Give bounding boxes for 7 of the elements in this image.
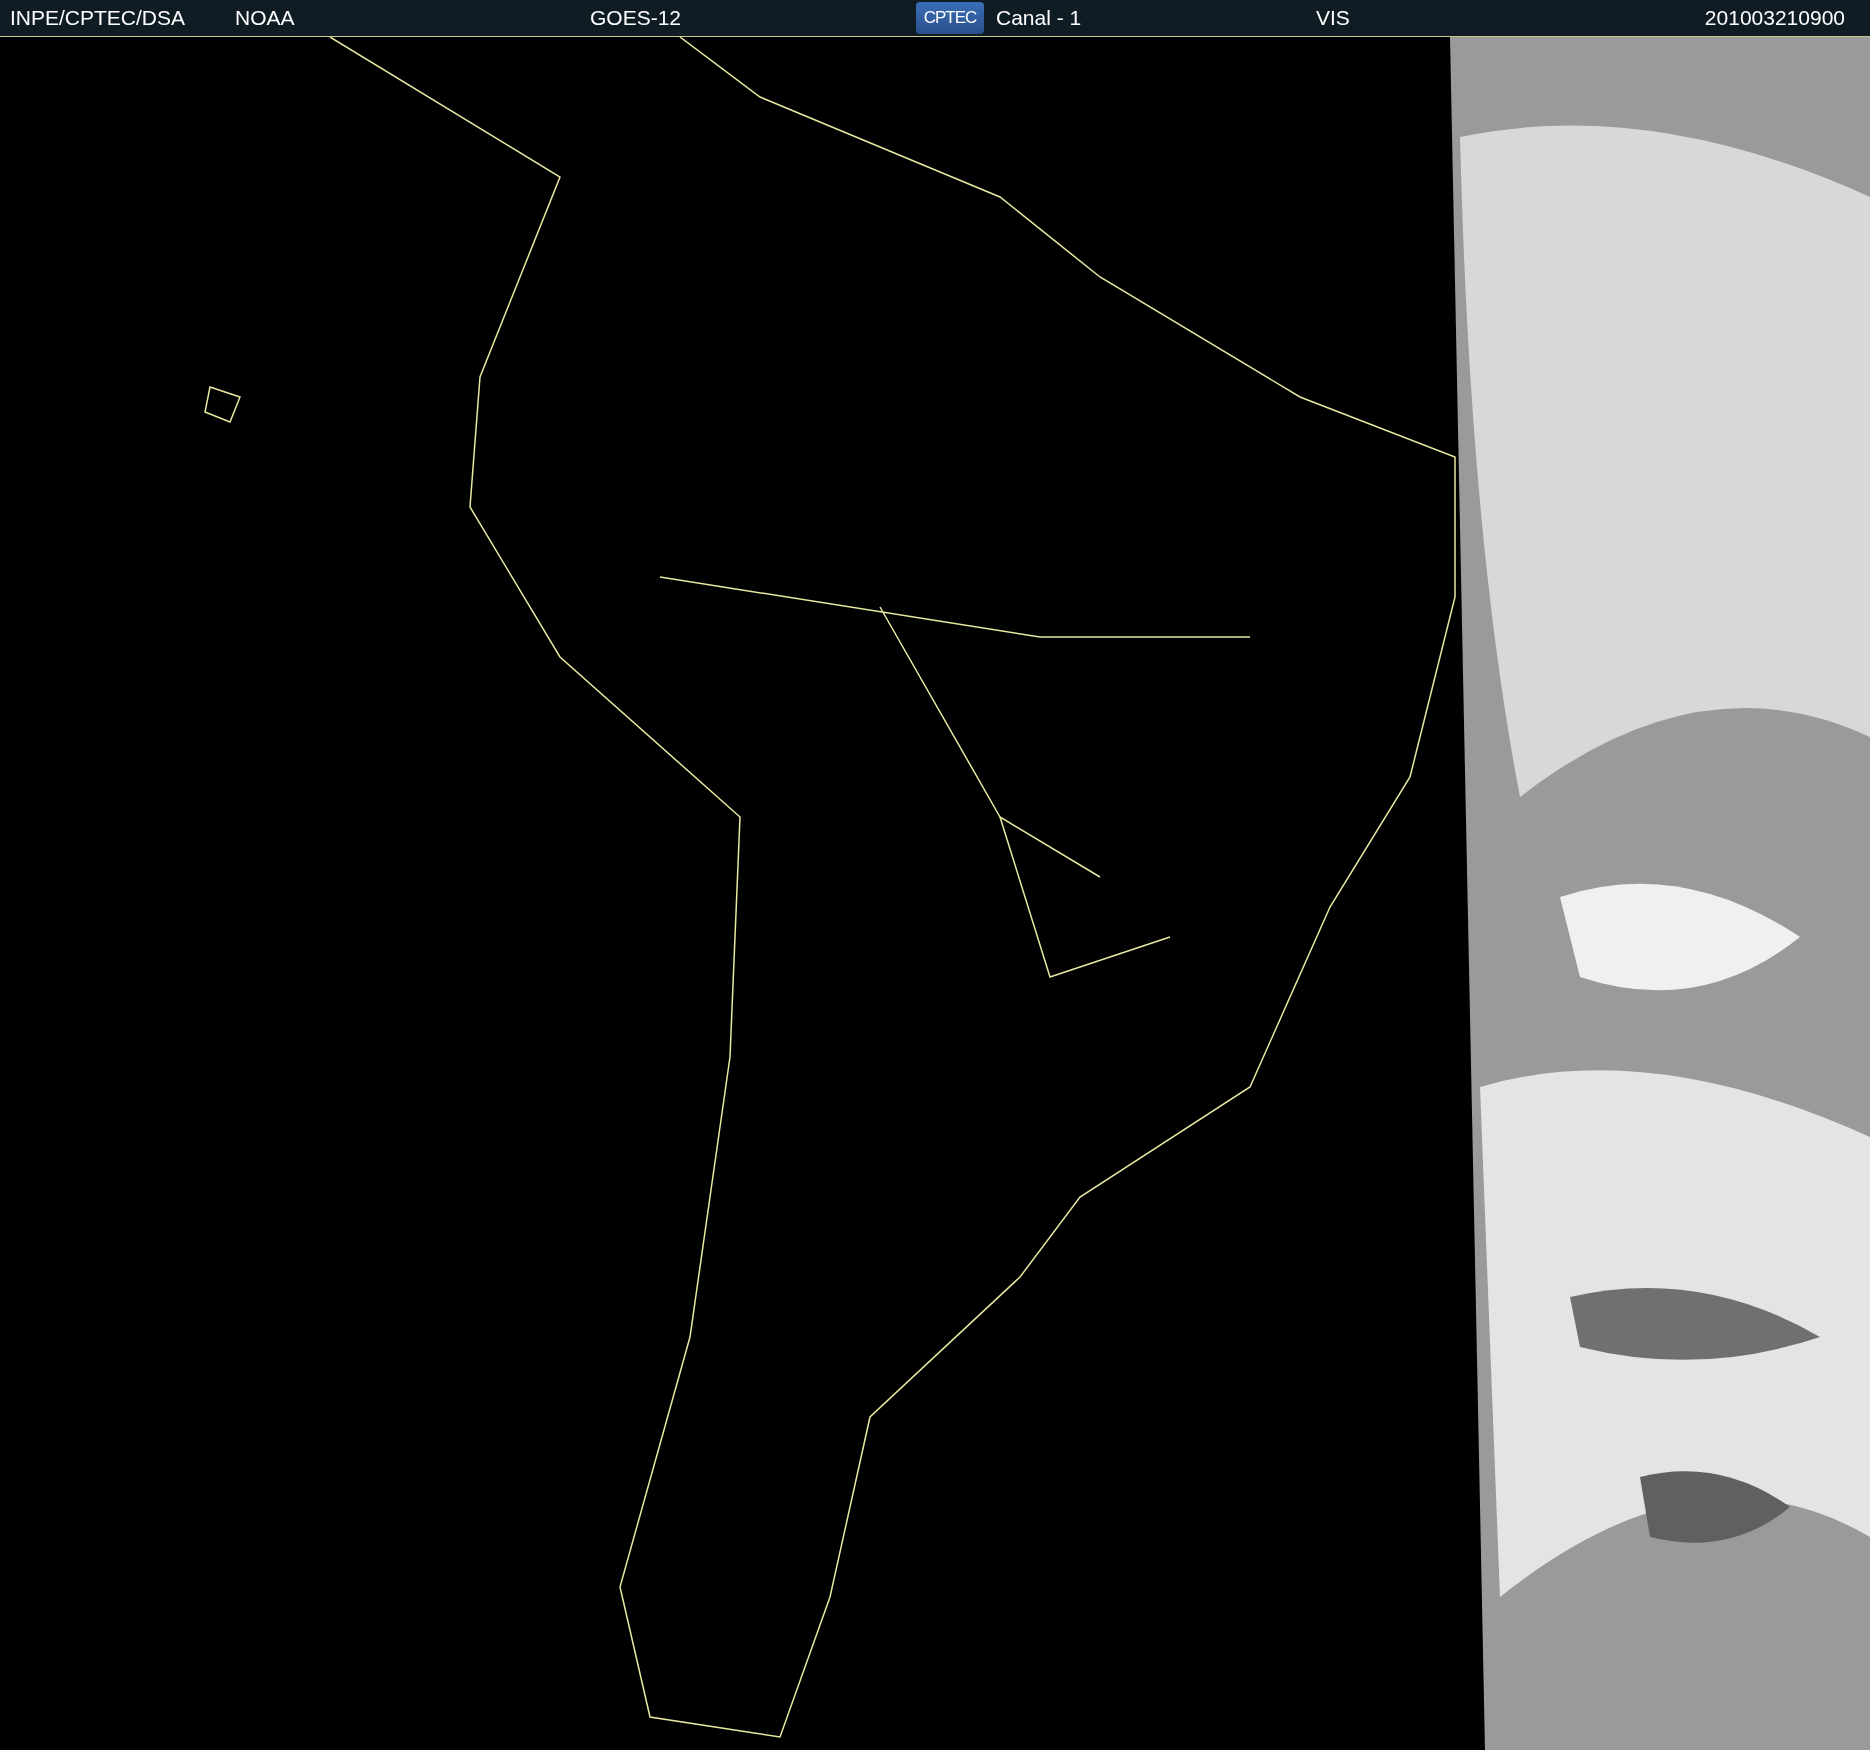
timestamp-label: 201003210900 <box>1704 6 1846 30</box>
agency-label: NOAA <box>235 6 296 30</box>
satellite-label: GOES-12 <box>590 6 683 30</box>
channel-label: Canal - 1 <box>996 6 1083 30</box>
band-label: VIS <box>1316 6 1351 30</box>
logo: CPTEC <box>916 2 984 34</box>
source-label: INPE/CPTEC/DSA <box>9 6 187 30</box>
